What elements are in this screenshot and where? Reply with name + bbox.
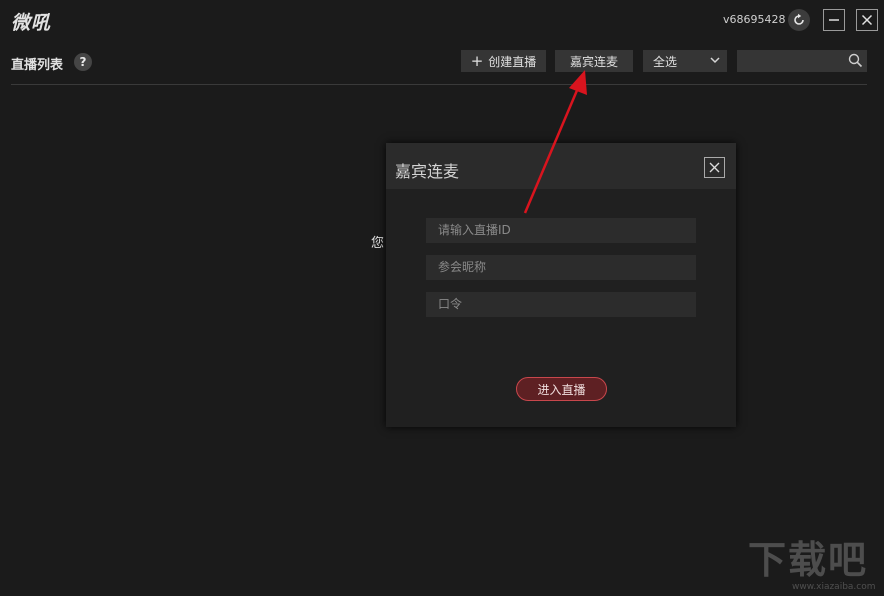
create-live-label: 创建直播	[488, 54, 537, 69]
empty-list-message: 您	[371, 236, 385, 251]
dialog-header: 嘉宾连麦	[386, 143, 736, 189]
minimize-button[interactable]	[823, 9, 845, 31]
plus-icon: +	[470, 51, 484, 70]
live-id-field[interactable]: 请输入直播ID	[426, 218, 696, 243]
enter-live-button[interactable]: 进入直播	[516, 377, 607, 401]
help-icon[interactable]: ?	[74, 53, 92, 71]
dialog-close-button[interactable]	[704, 157, 725, 178]
refresh-icon	[794, 13, 804, 25]
password-field[interactable]: 口令	[426, 292, 696, 317]
filter-select-value: 全选	[653, 54, 678, 69]
search-input[interactable]	[737, 50, 867, 72]
chevron-down-icon	[710, 57, 720, 64]
minimize-icon	[829, 19, 839, 21]
guest-connect-label: 嘉宾连麦	[569, 54, 618, 69]
watermark-logo: 下载吧 www.xiazaiba.com	[748, 538, 880, 592]
page-title: 直播列表	[11, 58, 64, 73]
filter-select[interactable]: 全选	[643, 50, 727, 72]
dialog-title: 嘉宾连麦	[395, 162, 460, 181]
toolbar-divider	[11, 84, 867, 85]
dialog-close-icon	[709, 162, 720, 173]
app-logo: 微吼	[11, 12, 52, 34]
close-icon	[861, 14, 873, 26]
user-id: v68695428	[723, 13, 786, 26]
close-button[interactable]	[856, 9, 878, 31]
search-icon[interactable]	[848, 53, 863, 68]
create-live-button[interactable]: + 创建直播	[461, 50, 546, 72]
watermark-url: www.xiazaiba.com	[792, 582, 876, 592]
app-window: 微吼 v68695428 直播列表 ? + 创建直播 嘉宾连麦 全选 您 嘉宾连…	[0, 0, 884, 596]
nickname-field[interactable]: 参会昵称	[426, 255, 696, 280]
guest-connect-button[interactable]: 嘉宾连麦	[555, 50, 633, 72]
watermark-brand: 下载吧	[748, 538, 869, 582]
refresh-button[interactable]	[788, 9, 810, 31]
guest-connect-dialog: 嘉宾连麦 请输入直播ID 参会昵称 口令 进入直播	[386, 143, 736, 427]
